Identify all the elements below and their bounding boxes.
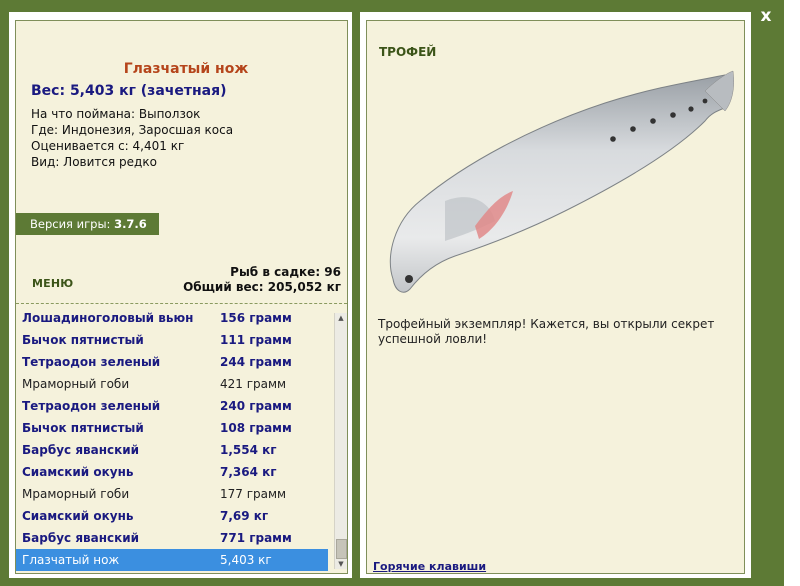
catch-list-item[interactable]: Тетраодон зеленый 240 грамм bbox=[16, 395, 328, 417]
trophy-description: Трофейный экземпляр! Кажется, вы открыли… bbox=[378, 317, 715, 346]
fish-info-panel: Глазчатый нож Вес: 5,403 кг (зачетная) Н… bbox=[15, 20, 348, 574]
catch-fish-name: Барбус яванский bbox=[22, 443, 140, 457]
catch-list-item[interactable]: Мраморный гоби 421 грамм bbox=[16, 373, 328, 395]
catch-fish-name: Лошадиноголовый вьюн bbox=[22, 311, 194, 325]
catch-list-item[interactable]: Лошадиноголовый вьюн 156 грамм bbox=[16, 307, 328, 329]
catch-list-item[interactable]: Барбус яванский 1,554 кг bbox=[16, 439, 328, 461]
scroll-thumb[interactable] bbox=[336, 539, 347, 559]
catch-fish-weight: 156 грамм bbox=[220, 311, 292, 325]
close-button[interactable]: x bbox=[756, 6, 776, 26]
catch-fish-name: Мраморный гоби bbox=[22, 487, 130, 501]
catch-list-item[interactable]: Барбус яванский 771 грамм bbox=[16, 527, 328, 549]
game-window-frame: x Глазчатый нож Вес: 5,403 кг (зачетная)… bbox=[0, 0, 784, 586]
catch-fish-weight: 244 грамм bbox=[220, 355, 292, 369]
fish-weight: Вес: 5,403 кг (зачетная) bbox=[31, 83, 227, 99]
catch-fish-name: Сиамский окунь bbox=[22, 509, 134, 523]
catch-list: Лошадиноголовый вьюн 156 грамм Бычок пятни… bbox=[16, 307, 328, 571]
catch-fish-name: Сиамский окунь bbox=[22, 465, 134, 479]
fish-image bbox=[389, 70, 734, 293]
version-label: Версия игры: bbox=[30, 217, 111, 231]
catch-fish-name: Бычок пятнистый bbox=[22, 333, 144, 347]
right-panel: ТРОФЕЙ Трофейный экземпляр! Кажется, вы … bbox=[360, 12, 751, 578]
catch-fish-weight: 111 грамм bbox=[220, 333, 292, 347]
catch-fish-name: Бычок пятнистый bbox=[22, 421, 144, 435]
catch-fish-weight: 240 грамм bbox=[220, 399, 292, 413]
rated-info: Оценивается с: 4,401 кг bbox=[31, 139, 185, 153]
hotkeys-link[interactable]: Горячие клавиши bbox=[373, 560, 486, 573]
catch-list-item[interactable]: Сиамский окунь 7,69 кг bbox=[16, 505, 328, 527]
keepnet-stats: Рыб в садке: 96 Общий вес: 205,052 кг bbox=[183, 265, 341, 295]
location-info: Где: Индонезия, Заросшая коса bbox=[31, 123, 234, 137]
kind-info: Вид: Ловится редко bbox=[31, 155, 157, 169]
catch-list-item[interactable]: Бычок пятнистый 111 грамм bbox=[16, 329, 328, 351]
list-scrollbar[interactable]: ▲ ▼ bbox=[334, 313, 347, 569]
trophy-panel: ТРОФЕЙ Трофейный экземпляр! Кажется, вы … bbox=[366, 20, 745, 574]
catch-fish-weight: 177 грамм bbox=[220, 487, 287, 501]
catch-fish-weight: 771 грамм bbox=[220, 531, 292, 545]
catch-fish-name: Тетраодон зеленый bbox=[22, 399, 161, 413]
version-badge: Версия игры: 3.7.6 bbox=[16, 213, 159, 235]
left-panel: Глазчатый нож Вес: 5,403 кг (зачетная) Н… bbox=[9, 12, 352, 578]
catch-fish-name: Барбус яванский bbox=[22, 531, 140, 545]
catch-list-item[interactable]: Сиамский окунь 7,364 кг bbox=[16, 461, 328, 483]
catch-fish-weight: 108 грамм bbox=[220, 421, 292, 435]
catch-list-item[interactable]: Мраморный гоби 177 грамм bbox=[16, 483, 328, 505]
total-weight: Общий вес: 205,052 кг bbox=[183, 280, 341, 294]
scroll-up-icon[interactable]: ▲ bbox=[335, 313, 347, 323]
menu-button[interactable]: МЕНЮ bbox=[32, 277, 73, 290]
fish-name-title: Глазчатый нож bbox=[123, 61, 249, 77]
bait-info: На что поймана: Выползок bbox=[31, 107, 201, 121]
catch-fish-weight: 421 грамм bbox=[220, 377, 287, 391]
catch-fish-weight: 7,364 кг bbox=[220, 465, 277, 479]
catch-fish-weight: 5,403 кг bbox=[220, 553, 272, 567]
version-value: 3.7.6 bbox=[114, 217, 147, 231]
divider bbox=[16, 303, 347, 304]
catch-list-item[interactable]: Глазчатый нож 5,403 кг bbox=[16, 549, 328, 571]
catch-list-item[interactable]: Бычок пятнистый 108 грамм bbox=[16, 417, 328, 439]
catch-fish-name: Глазчатый нож bbox=[22, 553, 120, 567]
catch-fish-name: Тетраодон зеленый bbox=[22, 355, 161, 369]
scroll-down-icon[interactable]: ▼ bbox=[335, 559, 347, 569]
catch-fish-name: Мраморный гоби bbox=[22, 377, 130, 391]
catch-fish-weight: 1,554 кг bbox=[220, 443, 277, 457]
catch-fish-weight: 7,69 кг bbox=[220, 509, 269, 523]
fish-count: Рыб в садке: 96 bbox=[230, 265, 341, 279]
catch-list-item[interactable]: Тетраодон зеленый 244 грамм bbox=[16, 351, 328, 373]
